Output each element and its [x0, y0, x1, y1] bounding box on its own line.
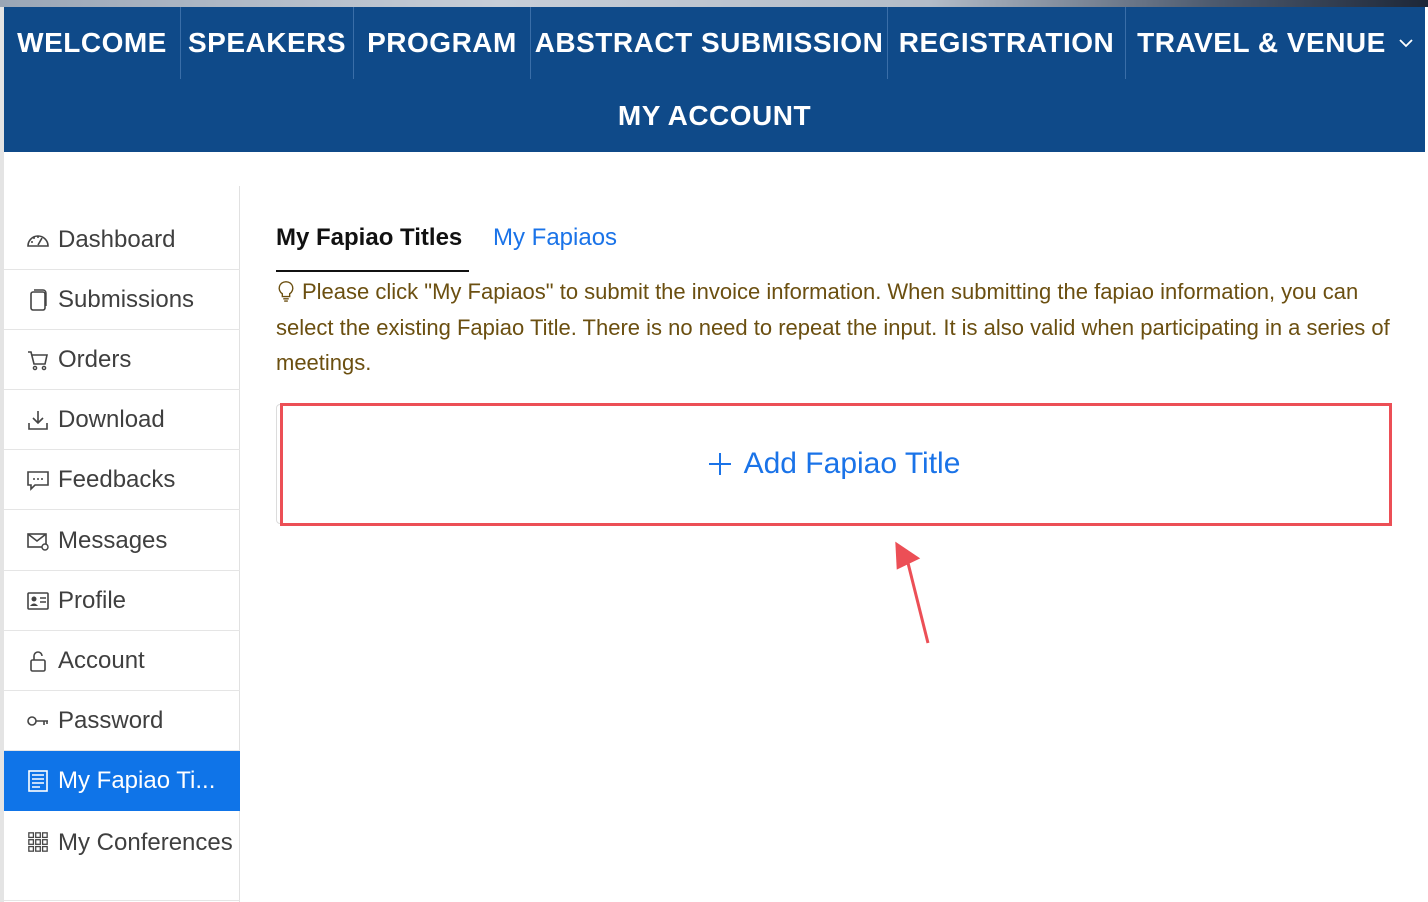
feedback-icon	[26, 468, 50, 492]
sidebar-item-submissions[interactable]: Submissions	[4, 270, 240, 330]
lock-icon	[26, 649, 50, 673]
active-tab-indicator	[276, 270, 469, 272]
header-banner-strip	[0, 0, 1428, 7]
chevron-down-icon	[1399, 39, 1413, 48]
nav-row-secondary: MY ACCOUNT	[4, 79, 1425, 152]
mail-icon	[26, 529, 50, 553]
sidebar-item-dashboard[interactable]: Dashboard	[4, 210, 240, 270]
sidebar-item-account[interactable]: Account	[4, 631, 240, 691]
nav-travel-venue[interactable]: TRAVEL & VENUE	[1126, 7, 1425, 79]
account-sidebar: Dashboard Submissions Orders Download Fe…	[4, 186, 240, 902]
grid-icon	[26, 830, 50, 854]
tab-my-fapiaos[interactable]: My Fapiaos	[493, 224, 617, 252]
tab-my-fapiao-titles[interactable]: My Fapiao Titles	[276, 224, 462, 252]
nav-my-account[interactable]: MY ACCOUNT	[594, 80, 835, 152]
dashboard-icon	[26, 228, 50, 252]
nav-speakers[interactable]: SPEAKERS	[181, 7, 354, 79]
sidebar-item-messages[interactable]: Messages	[4, 511, 240, 571]
add-fapiao-title-card: Add Fapiao Title	[276, 404, 1392, 524]
nav-registration[interactable]: REGISTRATION	[888, 7, 1126, 79]
sidebar-item-download[interactable]: Download	[4, 390, 240, 450]
annotation-arrow-icon	[895, 541, 930, 644]
plus-icon	[708, 453, 731, 475]
sidebar-item-orders[interactable]: Orders	[4, 330, 240, 390]
nav-welcome[interactable]: WELCOME	[4, 7, 181, 79]
sidebar-item-profile[interactable]: Profile	[4, 571, 240, 631]
key-icon	[26, 709, 50, 733]
document-icon	[26, 288, 50, 312]
main-navigation: WELCOME SPEAKERS PROGRAM ABSTRACT SUBMIS…	[4, 7, 1425, 152]
add-fapiao-title-button[interactable]: Add Fapiao Title	[277, 405, 1391, 523]
tip-text: Please click "My Fapiaos" to submit the …	[276, 279, 1390, 375]
download-icon	[26, 408, 50, 432]
cart-icon	[26, 348, 50, 372]
id-card-icon	[26, 589, 50, 613]
fapiao-tabs: My Fapiao Titles My Fapiaos	[276, 224, 776, 272]
info-tip: Please click "My Fapiaos" to submit the …	[276, 274, 1392, 381]
nav-abstract-submission[interactable]: ABSTRACT SUBMISSION	[531, 7, 888, 79]
nav-row-primary: WELCOME SPEAKERS PROGRAM ABSTRACT SUBMIS…	[4, 7, 1425, 79]
nav-program[interactable]: PROGRAM	[354, 7, 531, 79]
sidebar-item-feedbacks[interactable]: Feedbacks	[4, 450, 240, 510]
sidebar-item-password[interactable]: Password	[4, 691, 240, 751]
receipt-icon	[26, 769, 50, 793]
lightbulb-icon	[278, 281, 294, 302]
sidebar-item-my-conferences[interactable]: My Conferences	[4, 811, 240, 901]
sidebar-item-my-fapiao-titles[interactable]: My Fapiao Ti...	[4, 751, 240, 811]
